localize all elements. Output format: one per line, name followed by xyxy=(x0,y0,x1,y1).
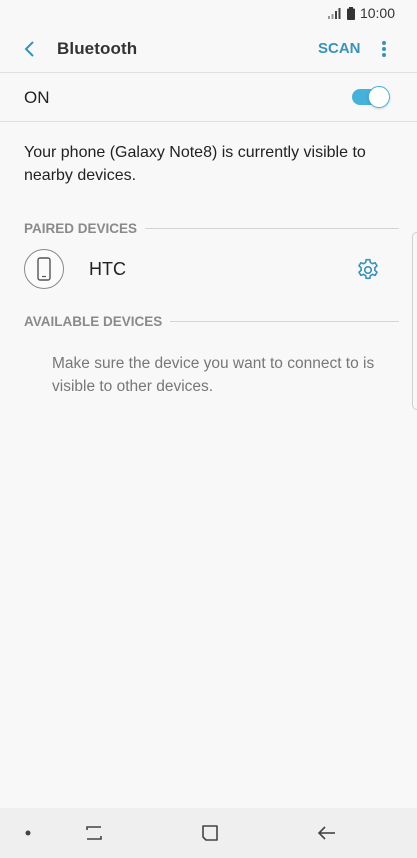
recent-apps-icon xyxy=(86,826,102,840)
gear-icon xyxy=(358,258,378,280)
nav-dot-button[interactable] xyxy=(14,820,42,846)
bluetooth-switch[interactable] xyxy=(352,86,390,108)
status-time: 10:00 xyxy=(359,5,395,21)
edge-panel-handle[interactable] xyxy=(412,232,417,410)
device-settings-button[interactable] xyxy=(355,257,381,283)
device-name: HTC xyxy=(89,259,126,279)
more-vert-icon xyxy=(382,41,386,45)
nav-back-button[interactable] xyxy=(313,820,341,846)
chevron-left-icon xyxy=(24,41,34,57)
phone-icon xyxy=(24,249,64,289)
bluetooth-toggle-row[interactable]: ON xyxy=(0,73,417,121)
divider xyxy=(0,121,417,122)
app-bar: Bluetooth SCAN xyxy=(0,26,417,72)
dot-icon xyxy=(25,830,31,836)
paired-devices-header: PAIRED DEVICES xyxy=(24,219,399,237)
signal-icon xyxy=(327,7,341,19)
back-button[interactable] xyxy=(14,34,44,64)
back-icon xyxy=(317,826,335,840)
available-devices-header: AVAILABLE DEVICES xyxy=(24,312,399,330)
section-label: AVAILABLE DEVICES xyxy=(24,313,163,329)
home-button[interactable] xyxy=(196,820,224,846)
navigation-bar xyxy=(0,808,417,858)
section-label: PAIRED DEVICES xyxy=(24,220,138,236)
visibility-message: Your phone (Galaxy Note8) is currently v… xyxy=(24,144,366,184)
available-devices-hint: Make sure the device you want to connect… xyxy=(52,355,375,395)
more-options-button[interactable] xyxy=(374,36,394,62)
recent-apps-button[interactable] xyxy=(80,820,108,846)
page-title: Bluetooth xyxy=(57,39,138,58)
battery-icon xyxy=(346,6,355,20)
paired-device-item[interactable]: HTC xyxy=(0,245,417,293)
toggle-label: ON xyxy=(24,88,50,107)
home-icon xyxy=(202,825,218,841)
status-bar: 10:00 xyxy=(0,0,417,26)
scan-button[interactable]: SCAN xyxy=(318,40,361,57)
